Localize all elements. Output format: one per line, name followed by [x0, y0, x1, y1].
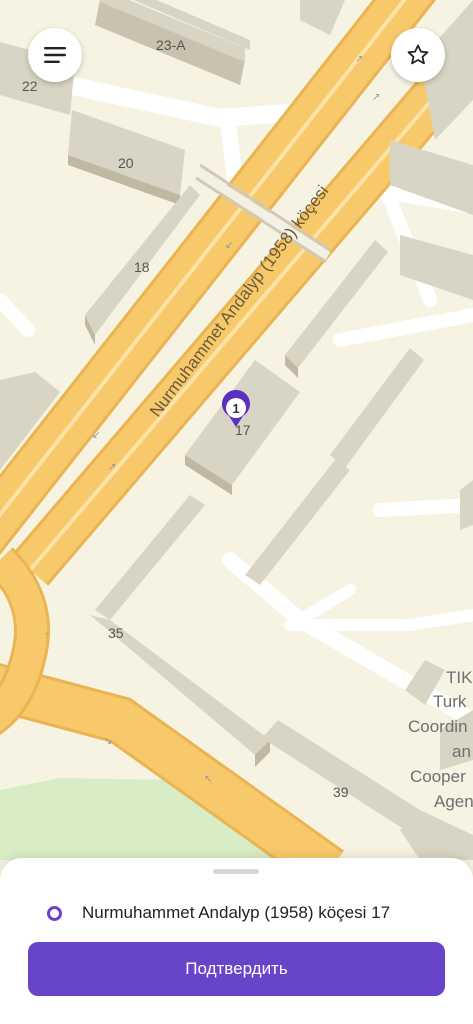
- star-outline-icon: [406, 43, 430, 67]
- svg-text:↑: ↑: [44, 630, 49, 641]
- svg-text:↙: ↙: [225, 240, 233, 251]
- svg-text:Coordin: Coordin: [408, 717, 468, 736]
- svg-text:↗: ↗: [108, 462, 116, 473]
- svg-text:Turk: Turk: [433, 692, 467, 711]
- svg-text:↗: ↗: [355, 54, 363, 65]
- svg-text:Agen: Agen: [434, 792, 473, 811]
- confirm-button[interactable]: Подтвердить: [28, 942, 445, 996]
- favorite-button[interactable]: [391, 28, 445, 82]
- svg-text:an: an: [452, 742, 471, 761]
- svg-text:↘: ↘: [104, 736, 112, 747]
- building-number-20: 20: [118, 155, 134, 171]
- building-number-18: 18: [134, 259, 150, 275]
- svg-text:TIK: TIK: [446, 668, 473, 687]
- building-number-22: 22: [22, 78, 38, 94]
- address-dot-icon: [47, 906, 62, 921]
- menu-button[interactable]: [28, 28, 82, 82]
- building-number-35: 35: [108, 625, 124, 641]
- selected-address: Nurmuhammet Andalyp (1958) köçesi 17: [82, 903, 391, 922]
- svg-text:↖: ↖: [204, 774, 212, 785]
- hamburger-menu-icon: [44, 46, 66, 64]
- sheet-drag-handle[interactable]: [213, 869, 259, 874]
- svg-text:↙: ↙: [92, 430, 100, 441]
- bottom-sheet: Nurmuhammet Andalyp (1958) köçesi 17 Под…: [0, 858, 473, 1024]
- building-number-39: 39: [333, 784, 349, 800]
- svg-text:↗: ↗: [372, 92, 380, 103]
- svg-text:Cooper: Cooper: [410, 767, 466, 786]
- building-number-23a: 23-A: [156, 37, 186, 53]
- marker-number: 1: [232, 401, 239, 416]
